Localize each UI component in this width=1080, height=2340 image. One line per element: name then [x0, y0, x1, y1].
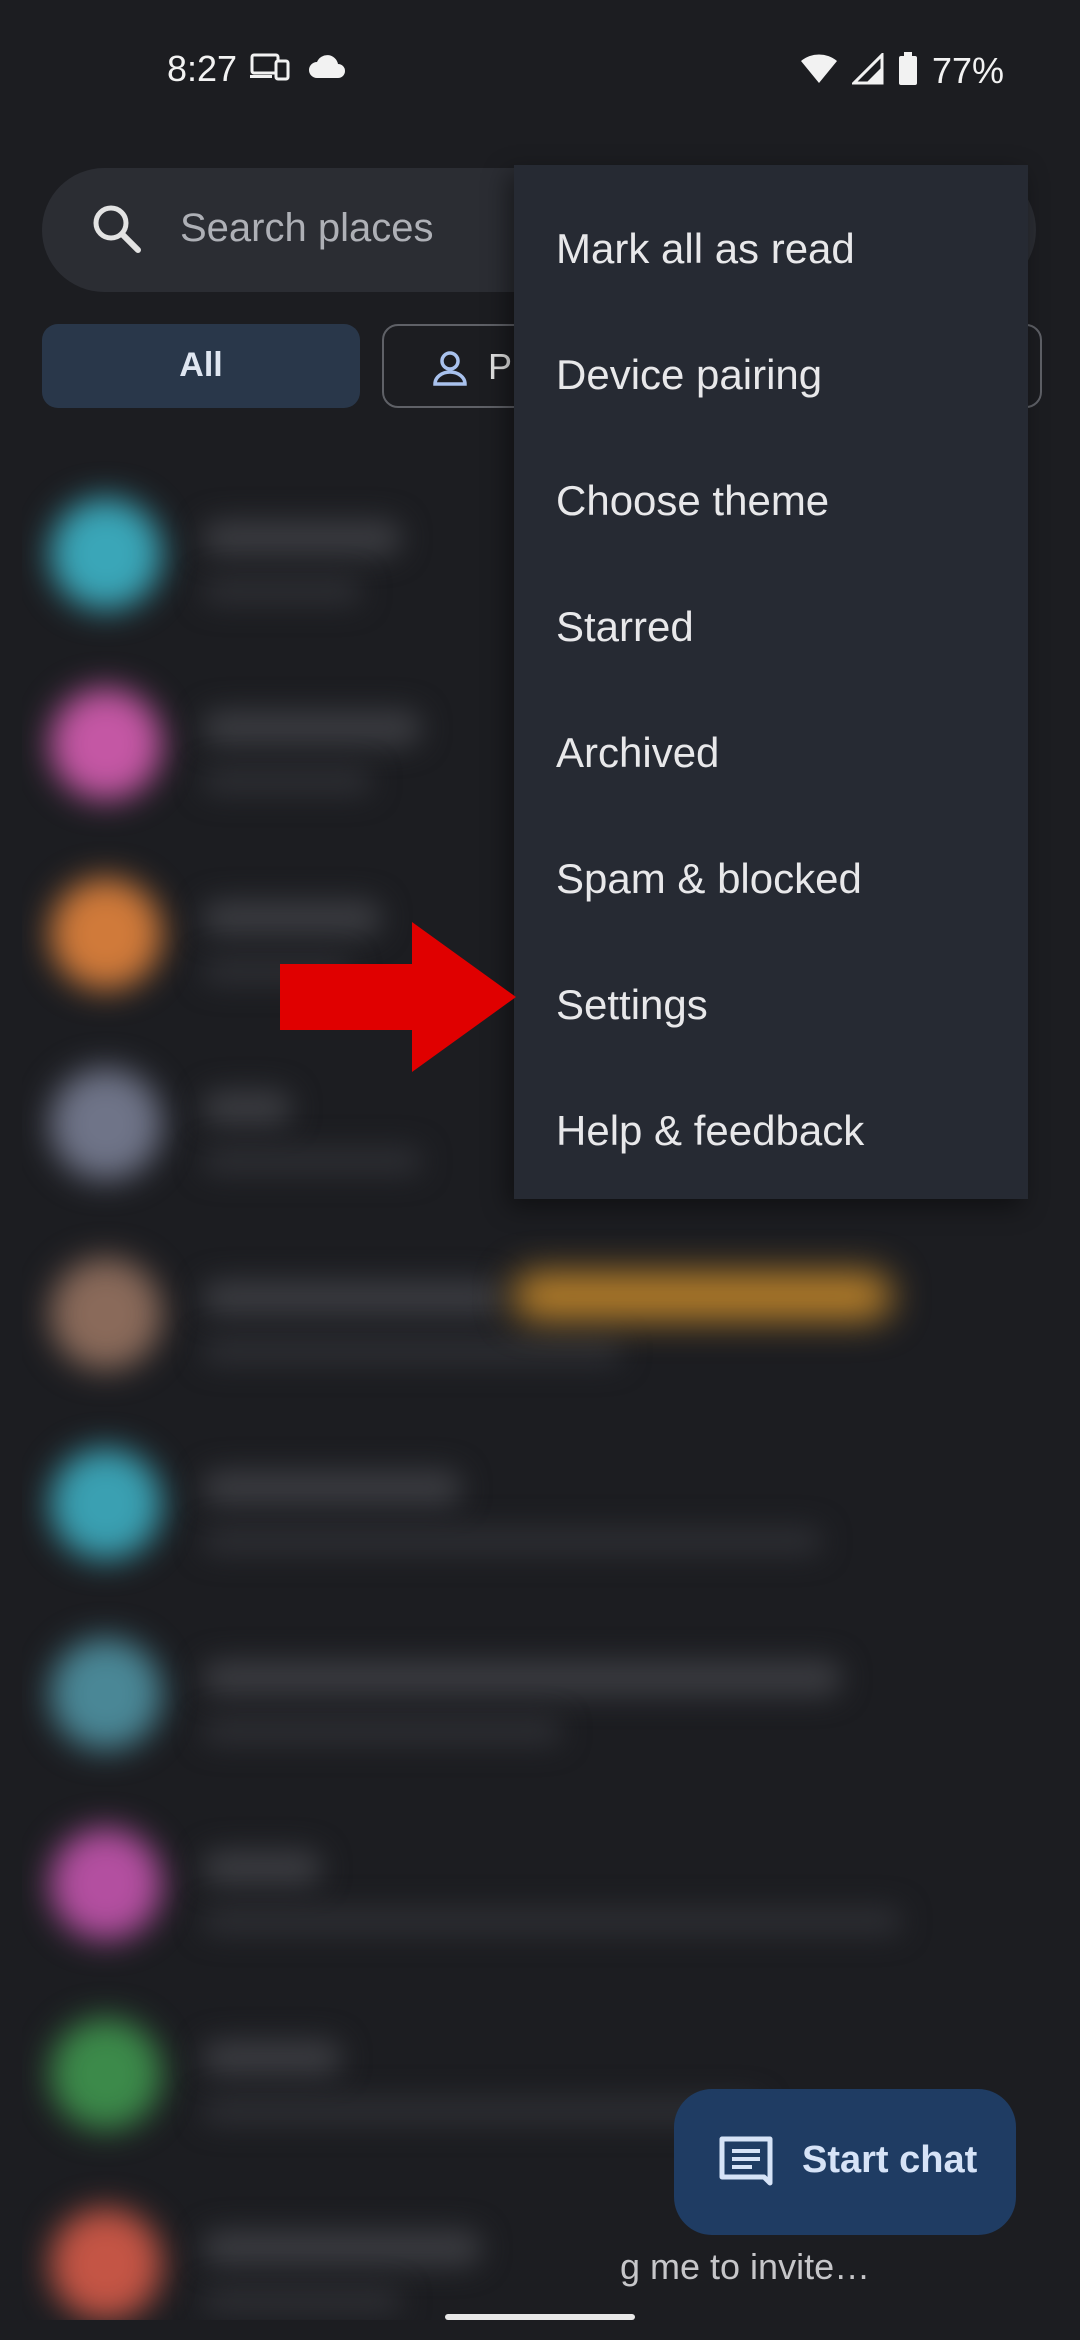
conversation-row[interactable] [22, 1600, 1030, 1780]
signal-icon [850, 50, 884, 90]
filter-chip-people-label: P [488, 346, 513, 387]
chat-icon [718, 2135, 774, 2197]
status-time: 8:27 [167, 48, 238, 89]
menu-item-choose-theme[interactable]: Choose theme [556, 477, 829, 525]
avatar [50, 1638, 162, 1750]
menu-item-device-pairing[interactable]: Device pairing [556, 351, 822, 399]
overflow-menu: Mark all as read Device pairing Choose t… [514, 165, 1028, 1199]
avatar [50, 2018, 162, 2130]
conversation-snippet: g me to invite… [620, 2246, 871, 2287]
status-bar: 8:27 77% [0, 0, 1080, 140]
avatar [50, 1828, 162, 1940]
filter-chip-all-label: All [179, 346, 223, 384]
battery-icon [898, 51, 918, 91]
search-icon [90, 202, 142, 259]
avatar [50, 878, 162, 990]
start-chat-button[interactable]: Start chat [674, 2089, 1016, 2235]
avatar [50, 1258, 162, 1370]
filter-chip-all[interactable]: All [42, 324, 360, 408]
menu-item-help-feedback[interactable]: Help & feedback [556, 1107, 864, 1155]
avatar [50, 688, 162, 800]
menu-item-archived[interactable]: Archived [556, 729, 719, 777]
person-icon [430, 348, 470, 397]
conversation-row[interactable] [22, 1410, 1030, 1590]
red-arrow-icon [280, 922, 516, 1077]
devices-icon [250, 52, 290, 87]
menu-item-settings[interactable]: Settings [556, 981, 708, 1029]
menu-item-spam-blocked[interactable]: Spam & blocked [556, 855, 862, 903]
avatar [50, 498, 162, 610]
home-indicator[interactable] [445, 2314, 635, 2320]
cloud-icon [308, 54, 346, 85]
avatar [50, 1448, 162, 1560]
battery-percentage: 77% [931, 50, 1004, 91]
avatar [50, 1068, 162, 1180]
start-chat-label: Start chat [802, 2139, 978, 2181]
menu-item-starred[interactable]: Starred [556, 603, 694, 651]
menu-item-mark-all-read[interactable]: Mark all as read [556, 225, 855, 273]
avatar [50, 2208, 162, 2320]
wifi-icon [800, 53, 838, 90]
conversation-row[interactable] [22, 1790, 1030, 1970]
search-input[interactable]: Search places [180, 206, 433, 251]
conversation-row[interactable] [22, 1220, 1030, 1400]
